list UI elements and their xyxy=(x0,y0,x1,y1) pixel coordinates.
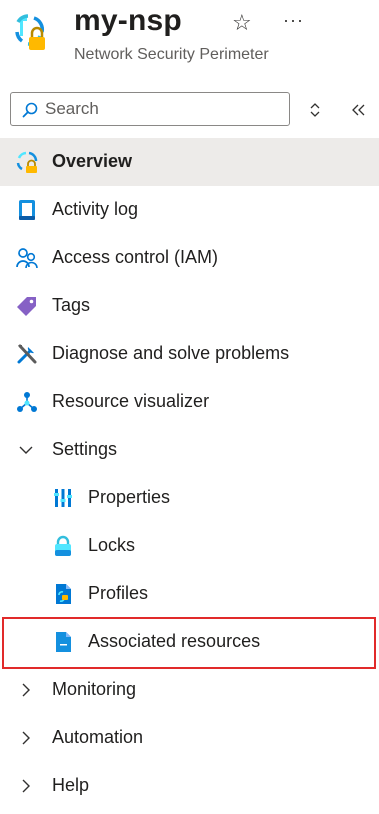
nav-label: Tags xyxy=(52,295,91,315)
nav-item-profiles[interactable]: Profiles xyxy=(0,570,379,618)
associated-resources-icon xyxy=(56,632,71,652)
nav-group-settings[interactable]: Settings xyxy=(0,426,379,474)
nav-label: Access control (IAM) xyxy=(52,247,219,267)
nav-item-access-control[interactable]: Access control (IAM) xyxy=(0,234,379,282)
tag-icon xyxy=(17,297,36,316)
nav-item-tags[interactable]: Tags xyxy=(0,282,379,330)
nav-label: Overview xyxy=(52,151,133,171)
nav-group-automation[interactable]: Automation xyxy=(0,714,379,762)
nav-group-help[interactable]: Help xyxy=(0,762,379,810)
nav-label: Diagnose and solve problems xyxy=(52,343,290,363)
sort-toggle-icon[interactable] xyxy=(306,100,324,120)
nav-label: Profiles xyxy=(88,583,149,603)
nav-label: Monitoring xyxy=(52,679,137,699)
resource-menu: Overview Activity log Access control (IA… xyxy=(0,138,379,810)
profiles-icon xyxy=(56,584,71,604)
lock-icon xyxy=(55,535,71,556)
resource-type-subtitle: Network Security Perimeter xyxy=(74,46,269,63)
nav-item-overview[interactable]: Overview xyxy=(0,138,379,186)
nav-label: Locks xyxy=(88,535,136,555)
nav-item-properties[interactable]: Properties xyxy=(0,474,379,522)
collapse-menu-icon[interactable] xyxy=(349,100,369,120)
properties-icon xyxy=(54,489,72,507)
nav-label: Help xyxy=(52,775,90,795)
nav-label: Resource visualizer xyxy=(52,391,210,411)
nav-label: Associated resources xyxy=(88,631,261,651)
search-icon xyxy=(22,102,38,118)
nav-group-monitoring[interactable]: Monitoring xyxy=(0,666,379,714)
favorite-star-icon[interactable]: ☆ xyxy=(232,10,252,36)
nav-item-associated-resources[interactable]: Associated resources xyxy=(0,618,379,666)
more-options-icon[interactable]: ··· xyxy=(283,10,304,31)
access-control-icon xyxy=(16,248,38,269)
page-title: my-nsp xyxy=(74,4,182,37)
resource-visualizer-icon xyxy=(17,392,37,412)
chevron-right-icon xyxy=(22,731,30,745)
nav-item-resource-visualizer[interactable]: Resource visualizer xyxy=(0,378,379,426)
nav-label: Settings xyxy=(52,439,118,459)
search-box[interactable] xyxy=(10,92,290,126)
nav-item-activity-log[interactable]: Activity log xyxy=(0,186,379,234)
overview-icon xyxy=(16,151,38,173)
wrench-tools-icon xyxy=(17,344,37,364)
nav-item-diagnose[interactable]: Diagnose and solve problems xyxy=(0,330,379,378)
chevron-right-icon xyxy=(22,779,30,793)
activity-log-icon xyxy=(19,200,35,220)
nav-label: Automation xyxy=(52,727,144,747)
network-security-perimeter-icon xyxy=(15,14,45,50)
nav-label: Activity log xyxy=(52,199,139,219)
chevron-right-icon xyxy=(22,683,30,697)
nav-label: Properties xyxy=(88,487,171,507)
nav-item-locks[interactable]: Locks xyxy=(0,522,379,570)
chevron-down-icon xyxy=(19,446,33,454)
search-input[interactable] xyxy=(45,97,283,121)
resource-header: my-nsp ☆ ··· Network Security Perimeter xyxy=(0,0,379,80)
